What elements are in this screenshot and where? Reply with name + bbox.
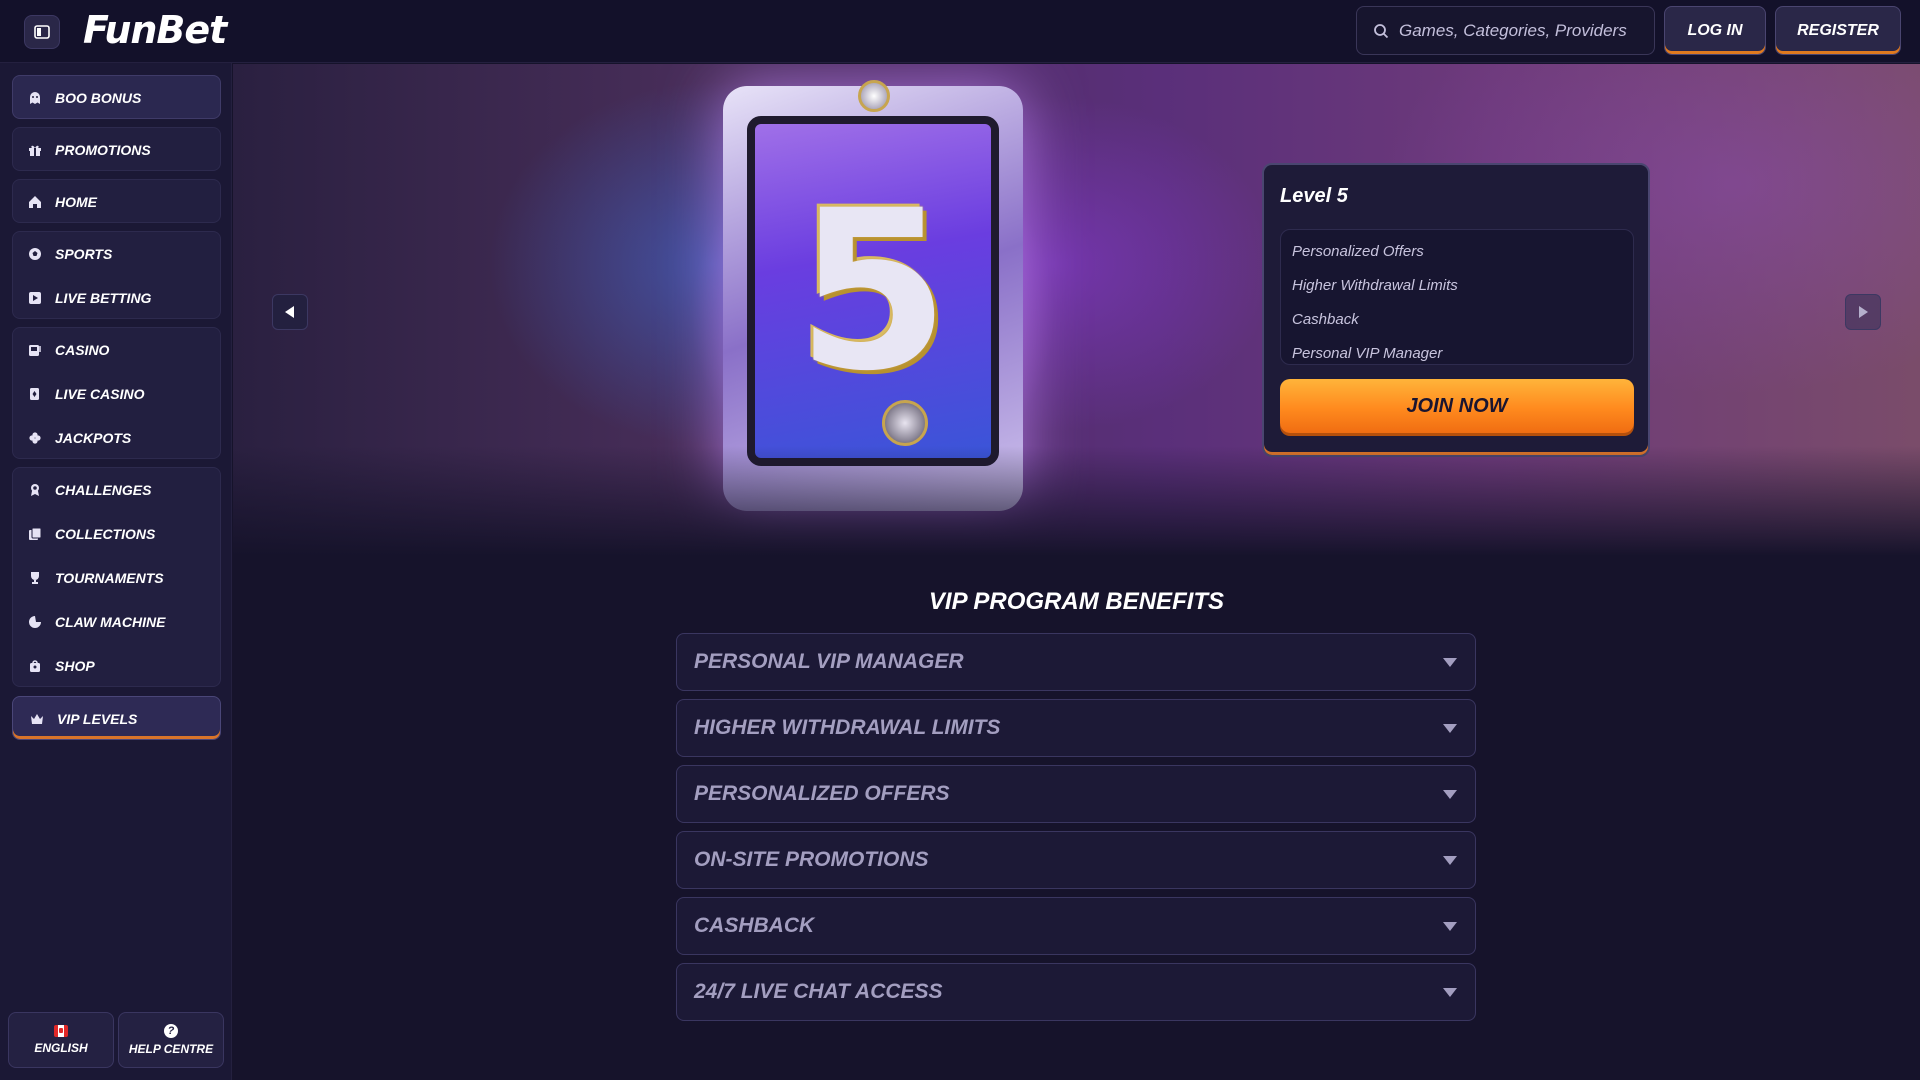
claw-icon <box>27 614 43 630</box>
shopping-bag-icon <box>27 658 43 674</box>
sidebar-toggle-icon <box>34 25 50 39</box>
gem-decoration <box>858 80 890 112</box>
level-title: Level 5 <box>1280 185 1348 207</box>
sidebar-item-claw-machine[interactable]: CLAW MACHINE <box>13 600 220 644</box>
language-button[interactable]: ENGLISH <box>8 1012 114 1068</box>
benefit-accordion-personal-vip-manager[interactable]: PERSONAL VIP MANAGER <box>676 633 1476 691</box>
chevron-down-icon <box>1443 657 1457 667</box>
sidebar-group-sports: SPORTS LIVE BETTING <box>12 231 221 319</box>
sidebar-group-promotions: PROMOTIONS <box>12 127 221 171</box>
sidebar-item-jackpots[interactable]: JACKPOTS <box>13 416 220 460</box>
accordion-label: ON-SITE PROMOTIONS <box>694 848 929 871</box>
slot-machine-icon <box>27 342 43 358</box>
medal-icon <box>27 482 43 498</box>
search-box[interactable] <box>1356 6 1655 55</box>
carousel-next-button[interactable] <box>1845 294 1881 330</box>
sidebar-item-vip-levels[interactable]: VIP LEVELS <box>12 696 221 740</box>
accordion-label: PERSONAL VIP MANAGER <box>694 650 964 673</box>
help-centre-button[interactable]: ? HELP CENTRE <box>118 1012 224 1068</box>
sidebar-item-label: SPORTS <box>55 246 113 262</box>
sidebar-item-label: CASINO <box>55 342 110 358</box>
ghost-icon <box>27 90 43 106</box>
sidebar-item-label: JACKPOTS <box>55 430 132 446</box>
sidebar-item-boo-bonus[interactable]: BOO BONUS <box>12 75 221 119</box>
benefit-accordion-on-site-promotions[interactable]: ON-SITE PROMOTIONS <box>676 831 1476 889</box>
chevron-down-icon <box>1443 855 1457 865</box>
sidebar-item-label: TOURNAMENTS <box>55 570 164 586</box>
playing-cards-icon <box>27 386 43 402</box>
search-input[interactable] <box>1399 20 1639 41</box>
language-label: ENGLISH <box>34 1041 88 1055</box>
register-button[interactable]: REGISTER <box>1775 6 1901 55</box>
trophy-icon <box>27 570 43 586</box>
sidebar-toggle-button[interactable] <box>24 15 60 49</box>
vip-hero-banner: 5 Level 5 Personalized Offers Higher Wit… <box>233 64 1920 556</box>
sidebar-group-casino: CASINO LIVE CASINO JACKPOTS <box>12 327 221 459</box>
sidebar-item-home[interactable]: HOME <box>13 180 220 224</box>
chevron-right-icon <box>1859 306 1868 318</box>
search-icon <box>1374 23 1389 38</box>
chevron-down-icon <box>1443 789 1457 799</box>
benefits-title: VIP PROGRAM BENEFITS <box>928 588 1225 615</box>
sidebar-item-label: CHALLENGES <box>55 482 152 498</box>
list-item: Higher Withdrawal Limits <box>1292 276 1458 294</box>
sidebar-item-label: BOO BONUS <box>55 90 142 106</box>
accordion-label: CASHBACK <box>694 914 815 937</box>
chevron-down-icon <box>1443 723 1457 733</box>
accordion-label: 24/7 LIVE CHAT ACCESS <box>694 980 943 1003</box>
gem-decoration <box>882 400 928 446</box>
sidebar-item-collections[interactable]: COLLECTIONS <box>13 512 220 556</box>
join-now-button[interactable]: JOIN NOW <box>1280 379 1634 433</box>
clover-icon <box>27 430 43 446</box>
home-icon <box>27 194 43 210</box>
sidebar-item-label: CLAW MACHINE <box>55 614 166 630</box>
crown-icon <box>29 711 45 727</box>
accordion-label: HIGHER WITHDRAWAL LIMITS <box>694 716 1001 739</box>
chevron-down-icon <box>1443 921 1457 931</box>
sidebar-item-label: LIVE CASINO <box>55 386 145 402</box>
level-info-panel: Level 5 Personalized Offers Higher Withd… <box>1262 163 1650 457</box>
sidebar-item-label: SHOP <box>55 658 95 674</box>
benefit-accordion-higher-withdrawal-limits[interactable]: HIGHER WITHDRAWAL LIMITS <box>676 699 1476 757</box>
sidebar-item-live-casino[interactable]: LIVE CASINO <box>13 372 220 416</box>
collections-icon <box>27 526 43 542</box>
list-item: Cashback <box>1292 310 1359 328</box>
canada-flag-icon <box>54 1025 68 1037</box>
sidebar-item-casino[interactable]: CASINO <box>13 328 220 372</box>
funbet-logo[interactable]: FunBet <box>83 8 227 52</box>
sidebar-item-sports[interactable]: SPORTS <box>13 232 220 276</box>
gift-icon <box>27 142 43 158</box>
question-icon: ? <box>164 1024 178 1038</box>
list-item: Personal VIP Manager <box>1292 344 1443 362</box>
accordion-label: PERSONALIZED OFFERS <box>694 782 950 805</box>
level-card-number: 5 <box>796 163 950 419</box>
soccer-ball-icon <box>27 246 43 262</box>
sidebar-group-extras: CHALLENGES COLLECTIONS TOURNAMENTS CLAW … <box>12 467 221 687</box>
sidebar-item-label: COLLECTIONS <box>55 526 156 542</box>
sidebar-item-tournaments[interactable]: TOURNAMENTS <box>13 556 220 600</box>
live-betting-icon <box>27 290 43 306</box>
carousel-prev-button[interactable] <box>272 294 308 330</box>
sidebar-item-shop[interactable]: SHOP <box>13 644 220 688</box>
chevron-down-icon <box>1443 987 1457 997</box>
list-item: Personalized Offers <box>1292 242 1424 260</box>
sidebar-item-live-betting[interactable]: LIVE BETTING <box>13 276 220 320</box>
login-button[interactable]: LOG IN <box>1664 6 1766 55</box>
help-label: HELP CENTRE <box>128 1042 214 1056</box>
benefit-accordion-cashback[interactable]: CASHBACK <box>676 897 1476 955</box>
sidebar-item-label: VIP LEVELS <box>57 711 138 727</box>
chevron-left-icon <box>285 306 294 318</box>
top-header: FunBet LOG IN REGISTER <box>0 0 1920 63</box>
benefit-accordion-personalized-offers[interactable]: PERSONALIZED OFFERS <box>676 765 1476 823</box>
sidebar: BOO BONUS PROMOTIONS HOME SPORTS LIVE BE… <box>0 63 232 1080</box>
level-benefits-list: Personalized Offers Higher Withdrawal Li… <box>1280 229 1634 365</box>
level-card-image: 5 <box>723 80 1023 511</box>
benefit-accordion-live-chat-access[interactable]: 24/7 LIVE CHAT ACCESS <box>676 963 1476 1021</box>
sidebar-group-home: HOME <box>12 179 221 223</box>
sidebar-item-label: LIVE BETTING <box>55 290 152 306</box>
sidebar-item-label: HOME <box>55 194 97 210</box>
sidebar-item-challenges[interactable]: CHALLENGES <box>13 468 220 512</box>
sidebar-item-label: PROMOTIONS <box>55 142 151 158</box>
sidebar-item-promotions[interactable]: PROMOTIONS <box>13 128 220 172</box>
